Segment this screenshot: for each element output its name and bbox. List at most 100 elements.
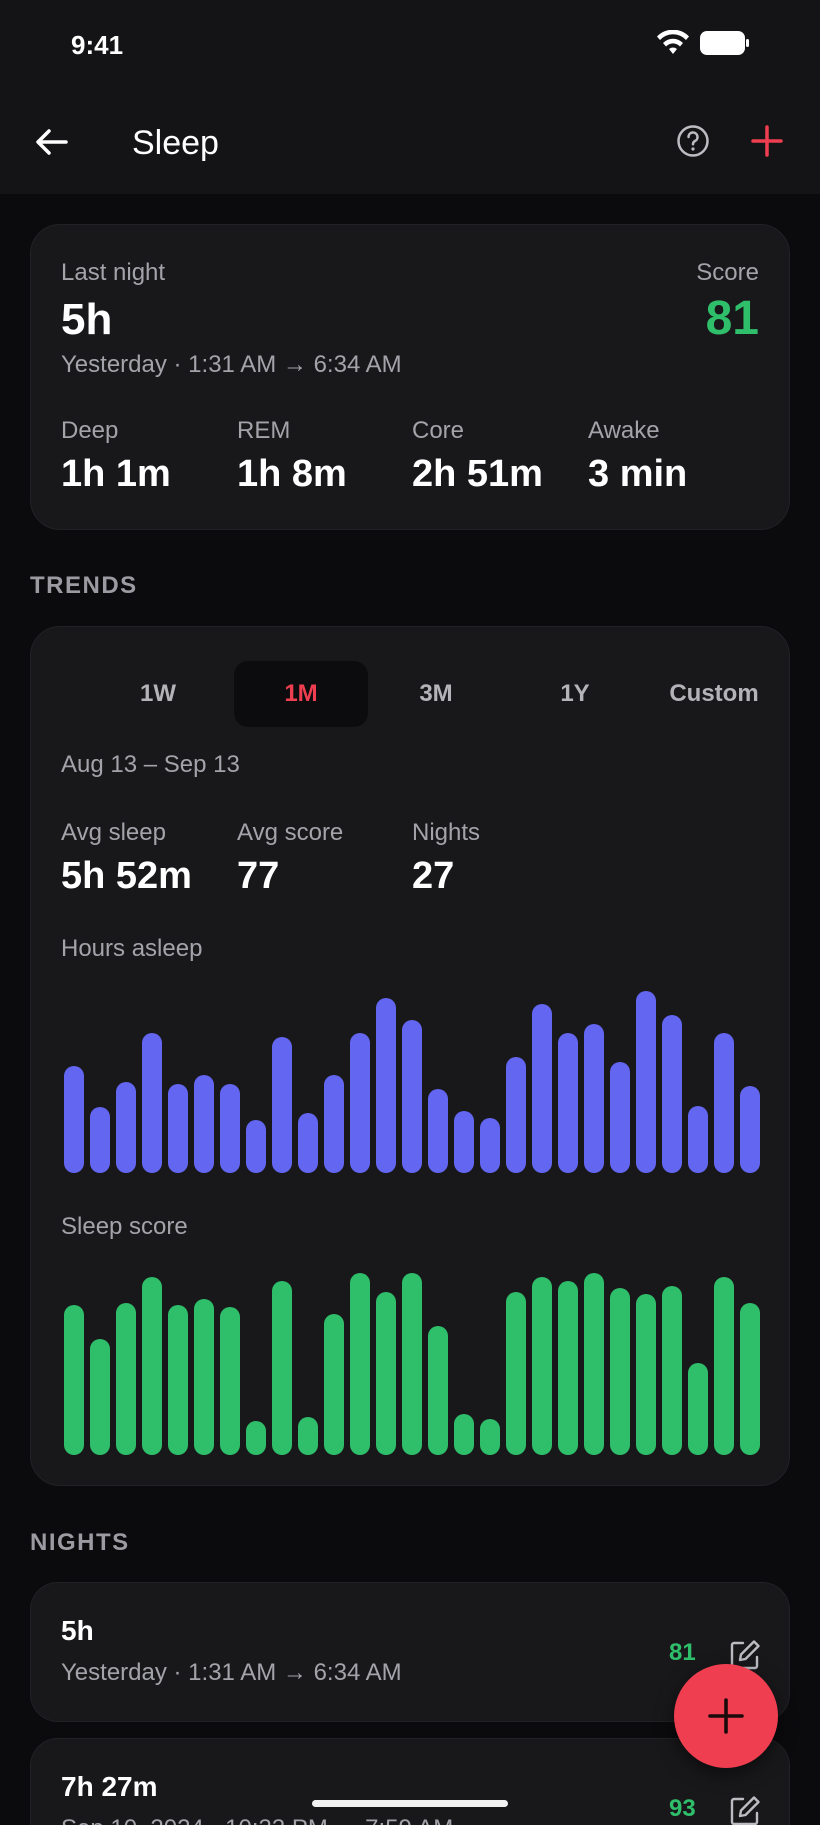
night-time-range: Yesterday · 1:31 AM → 6:34 AM <box>61 1659 402 1686</box>
sleep-score-bar <box>479 1419 501 1455</box>
hours-asleep-bar <box>479 1118 501 1173</box>
hours-asleep-bar <box>375 998 397 1173</box>
home-indicator <box>312 1800 508 1807</box>
sleep-score-label: Sleep score <box>61 1213 188 1240</box>
sleep-score-bar <box>115 1303 137 1455</box>
night-score: 81 <box>669 1639 696 1666</box>
hours-asleep-bar <box>713 1032 735 1173</box>
hours-asleep-bar <box>141 1032 163 1173</box>
score-label: Score <box>696 259 759 286</box>
sleep-score-bar <box>739 1303 761 1455</box>
last-night-card[interactable]: Last night 5h Yesterday · 1:31 AM → 6:34… <box>30 224 790 530</box>
plus-icon <box>708 1698 744 1734</box>
sleep-score-bar <box>687 1363 709 1455</box>
sleep-score-bar <box>557 1280 579 1455</box>
stage-rem-value: 1h 8m <box>237 453 347 495</box>
stage-core-label: Core <box>412 417 465 444</box>
sleep-score-bar <box>141 1276 163 1455</box>
hours-asleep-bar <box>63 1065 85 1173</box>
sleep-score-bar <box>635 1293 657 1455</box>
stage-awake-label: Awake <box>588 417 660 444</box>
hours-asleep-bar <box>583 1023 605 1173</box>
last-night-label: Last night <box>61 259 166 286</box>
sleep-score-bar <box>167 1304 189 1455</box>
trends-card: 1W 1M 3M 1Y Custom Aug 13 – Sep 13 Avg s… <box>30 626 790 1486</box>
sleep-score-bar <box>713 1276 735 1455</box>
sleep-score-bar <box>401 1273 423 1455</box>
hours-asleep-bar <box>687 1105 709 1173</box>
sleep-score-chart <box>61 1273 763 1455</box>
sleep-score-bar <box>453 1413 475 1455</box>
tab-1w[interactable]: 1W <box>91 661 225 727</box>
nights-count-value: 27 <box>412 855 455 897</box>
sleep-score-bar <box>323 1314 345 1455</box>
sleep-score-bar <box>375 1291 397 1455</box>
hours-asleep-bar <box>167 1083 189 1173</box>
tab-1m[interactable]: 1M <box>234 661 368 727</box>
help-icon[interactable] <box>676 124 710 158</box>
hours-asleep-bar <box>115 1082 137 1173</box>
hours-asleep-bar <box>427 1089 449 1173</box>
hours-asleep-bar <box>635 991 657 1173</box>
night-row[interactable]: 7h 27m Sep 10, 2024 · 10:33 PM → 7:59 AM… <box>30 1738 790 1825</box>
score-value: 81 <box>705 292 759 345</box>
avg-score-label: Avg score <box>237 819 344 846</box>
last-night-time-range: Yesterday · 1:31 AM → 6:34 AM <box>61 351 402 378</box>
trends-section-title: TRENDS <box>30 572 138 599</box>
app-bar: Sleep <box>0 96 820 194</box>
range-tabs: 1W 1M 3M 1Y Custom <box>91 661 759 727</box>
hours-asleep-bar <box>193 1074 215 1173</box>
hours-asleep-bar <box>89 1107 111 1173</box>
hours-asleep-bar <box>531 1003 553 1173</box>
hours-asleep-bar <box>739 1085 761 1173</box>
stage-deep-label: Deep <box>61 417 119 444</box>
status-bar: 9:41 <box>0 0 820 96</box>
tab-custom[interactable]: Custom <box>647 661 781 727</box>
hours-asleep-bar <box>245 1120 267 1173</box>
hours-asleep-bar <box>349 1032 371 1173</box>
hours-asleep-bar <box>219 1083 241 1173</box>
sleep-score-bar <box>245 1421 267 1455</box>
hours-asleep-bar <box>609 1061 631 1173</box>
trends-date-range: Aug 13 – Sep 13 <box>61 751 240 778</box>
hours-asleep-bar <box>271 1036 293 1173</box>
hours-asleep-bar <box>557 1032 579 1173</box>
page-title: Sleep <box>132 124 219 162</box>
wifi-icon <box>657 30 689 54</box>
add-night-fab[interactable] <box>674 1664 778 1768</box>
tab-3m[interactable]: 3M <box>369 661 503 727</box>
sleep-score-bar <box>297 1417 319 1455</box>
stage-awake-value: 3 min <box>588 453 688 495</box>
stage-deep-value: 1h 1m <box>61 453 171 495</box>
sleep-score-bar <box>271 1280 293 1455</box>
last-night-duration: 5h <box>61 295 113 344</box>
stage-rem-label: REM <box>237 417 291 444</box>
stage-core-value: 2h 51m <box>412 453 543 495</box>
tab-1y[interactable]: 1Y <box>508 661 642 727</box>
hours-asleep-bar <box>453 1111 475 1173</box>
status-time: 9:41 <box>71 30 124 60</box>
nights-count-label: Nights <box>412 819 481 846</box>
hours-asleep-label: Hours asleep <box>61 935 203 962</box>
sleep-score-bar <box>531 1276 553 1455</box>
night-score: 93 <box>669 1795 696 1822</box>
hours-asleep-bar <box>297 1112 319 1173</box>
night-time-range: Sep 10, 2024 · 10:33 PM → 7:59 AM <box>61 1815 453 1825</box>
sleep-score-bar <box>219 1306 241 1455</box>
nights-section-title: NIGHTS <box>30 1529 130 1556</box>
edit-icon[interactable] <box>729 1795 761 1825</box>
avg-score-value: 77 <box>237 855 280 897</box>
sleep-score-bar <box>583 1273 605 1455</box>
sleep-score-bar <box>505 1291 527 1455</box>
night-duration: 7h 27m <box>61 1771 158 1802</box>
avg-sleep-value: 5h 52m <box>61 855 192 897</box>
back-arrow-icon[interactable] <box>30 120 74 164</box>
sleep-score-bar <box>349 1273 371 1455</box>
hours-asleep-bar <box>661 1014 683 1173</box>
hours-asleep-chart <box>61 991 763 1173</box>
sleep-score-bar <box>89 1338 111 1455</box>
add-icon[interactable] <box>748 122 786 160</box>
night-duration: 5h <box>61 1615 94 1646</box>
sleep-score-bar <box>63 1304 85 1455</box>
hours-asleep-bar <box>401 1020 423 1173</box>
